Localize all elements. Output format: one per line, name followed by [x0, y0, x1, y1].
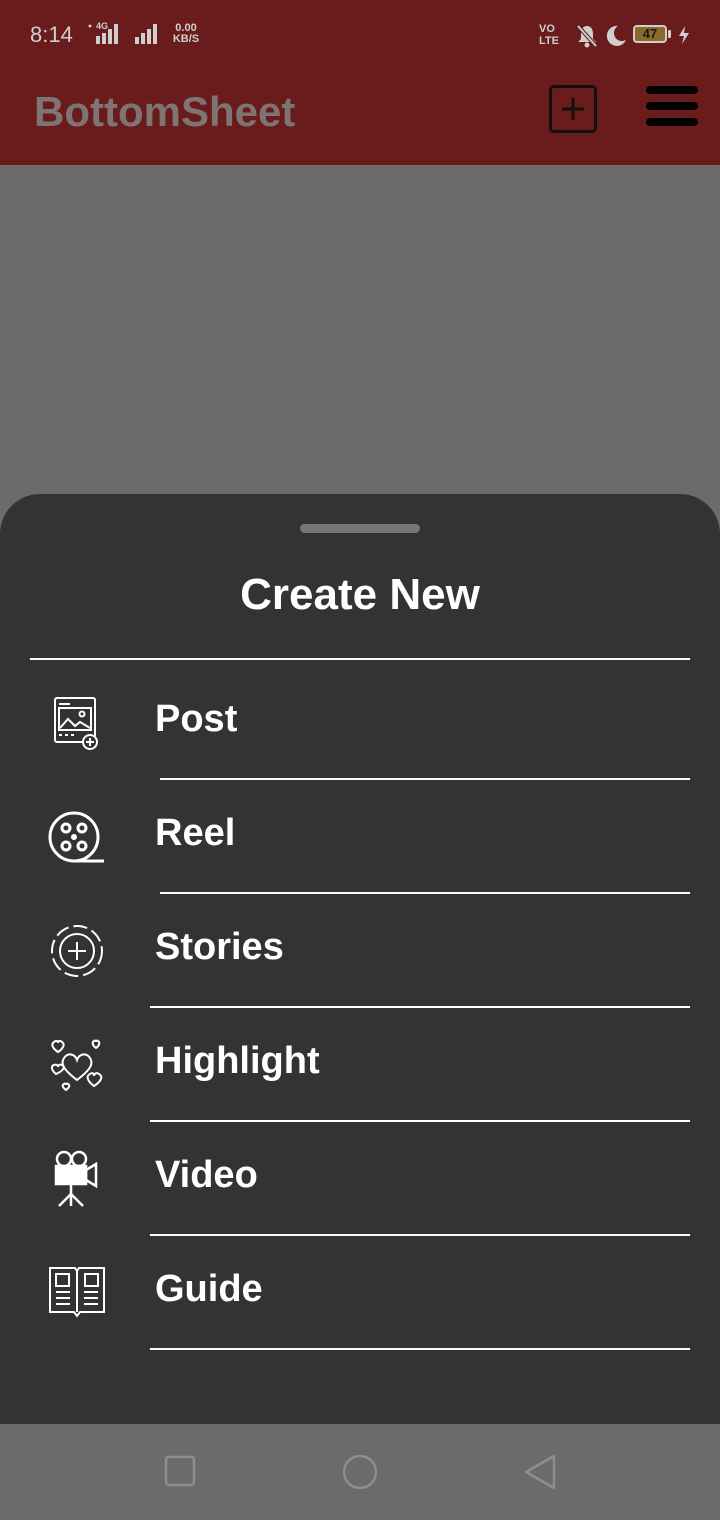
video-camera-icon	[46, 1148, 108, 1210]
divider	[150, 1234, 690, 1236]
bottom-sheet: Create New Post Reel Stories Highlight V…	[0, 494, 720, 1424]
app-bar: BottomSheet	[0, 72, 720, 165]
menu-icon[interactable]	[646, 86, 698, 132]
divider	[160, 778, 690, 780]
data-speed-unit: KB/S	[172, 33, 200, 45]
sheet-item-label: Highlight	[155, 1040, 320, 1082]
post-image-add-icon	[46, 692, 108, 754]
divider	[160, 892, 690, 894]
sheet-title: Create New	[240, 570, 480, 619]
recents-square-icon[interactable]	[160, 1454, 200, 1490]
sheet-item-video[interactable]: Video	[0, 1128, 720, 1242]
sheet-item-reel[interactable]: Reel	[0, 786, 720, 900]
volte-line2: LTE	[539, 35, 559, 47]
divider	[150, 1348, 690, 1350]
status-bar: 8:14 4G 0.00 KB/S VO LTE 47	[0, 0, 720, 72]
divider	[150, 1006, 690, 1008]
signal-icon	[133, 22, 165, 46]
content-scrim[interactable]	[0, 165, 720, 495]
sheet-item-post[interactable]: Post	[0, 672, 720, 786]
battery-icon: 47	[633, 25, 673, 45]
system-nav-bar	[0, 1424, 720, 1520]
moon-icon	[604, 24, 628, 48]
story-add-icon	[46, 920, 108, 982]
app-title: BottomSheet	[34, 88, 296, 135]
back-triangle-icon[interactable]	[520, 1454, 560, 1490]
volte-icon: VO LTE	[539, 23, 559, 47]
sheet-item-stories[interactable]: Stories	[0, 900, 720, 1014]
sheet-item-guide[interactable]: Guide	[0, 1242, 720, 1356]
data-speed: 0.00 KB/S	[171, 23, 201, 45]
sheet-item-label: Stories	[155, 926, 284, 968]
mute-bell-icon	[576, 24, 598, 48]
sheet-item-label: Post	[155, 698, 238, 740]
divider	[30, 658, 690, 660]
signal-icon: 4G	[88, 21, 128, 46]
sheet-item-highlight[interactable]: Highlight	[0, 1014, 720, 1128]
add-box-icon[interactable]	[549, 85, 597, 133]
hearts-icon	[46, 1034, 108, 1096]
film-reel-icon	[46, 806, 108, 868]
charging-icon	[678, 26, 690, 44]
volte-line1: VO	[539, 23, 555, 35]
battery-level: 47	[642, 26, 658, 41]
drag-handle[interactable]	[300, 524, 420, 533]
divider	[150, 1120, 690, 1122]
sheet-item-label: Reel	[155, 812, 236, 854]
status-time: 8:14	[30, 22, 73, 47]
home-circle-icon[interactable]	[340, 1454, 380, 1490]
sheet-item-label: Video	[155, 1154, 258, 1196]
guide-book-icon	[46, 1262, 108, 1324]
sheet-item-label: Guide	[155, 1268, 263, 1310]
